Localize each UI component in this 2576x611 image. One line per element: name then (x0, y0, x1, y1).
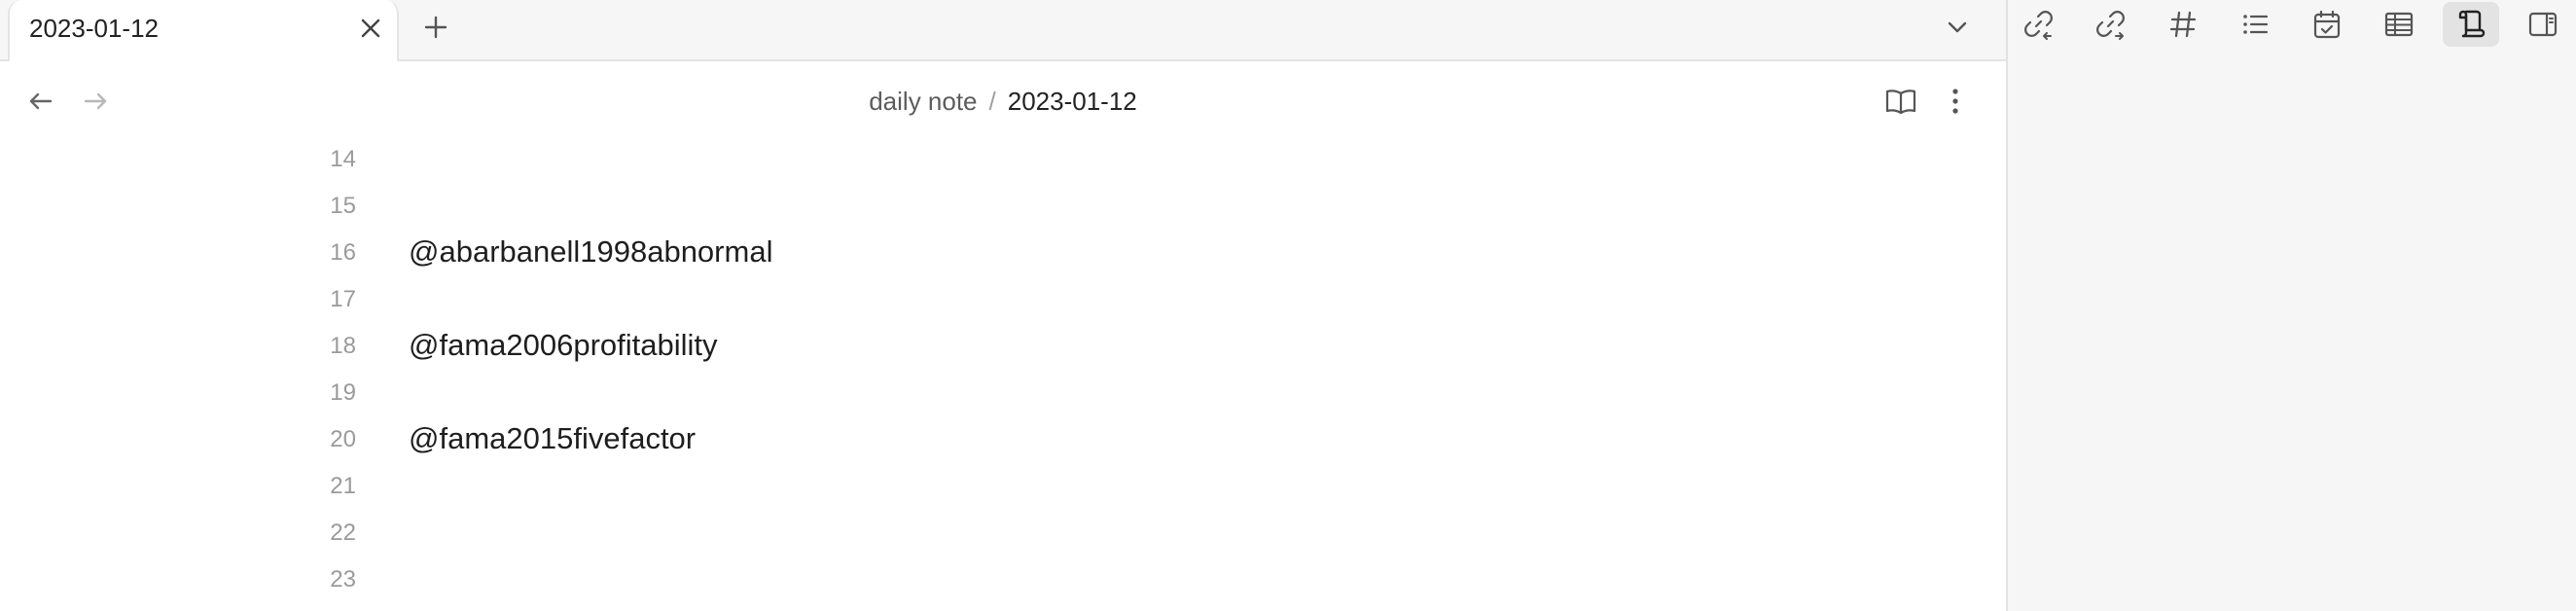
tab-active[interactable]: 2023-01-12 (8, 0, 399, 61)
editor-line[interactable]: 16 @abarbanell1998abnormal (0, 230, 2006, 276)
backlinks-icon (2024, 11, 2053, 40)
editor-line[interactable]: 18 @fama2006profitability (0, 323, 2006, 370)
table-icon (2384, 12, 2414, 37)
editor-line[interactable]: 14 (0, 136, 2006, 183)
editor-line[interactable]: 22 (0, 510, 2006, 557)
editor-line[interactable]: 20 @fama2015fivefactor (0, 416, 2006, 463)
toggle-sidebar-button[interactable] (2515, 2, 2571, 47)
line-number: 14 (330, 146, 356, 172)
close-icon[interactable] (356, 14, 385, 43)
book-open-icon[interactable] (1881, 82, 1920, 121)
line-number: 19 (330, 379, 356, 406)
right-sidebar-toolbar (2008, 0, 2576, 49)
line-text[interactable]: @fama2015fivefactor (409, 421, 696, 456)
tags-button[interactable] (2155, 2, 2211, 47)
editor[interactable]: 14 15 16 @abarbanell1998abnormal 17 18 @… (0, 136, 2006, 611)
tab-bar: 2023-01-12 (0, 0, 2006, 61)
calendar-icon (2313, 10, 2341, 39)
outline-button[interactable] (2443, 2, 2499, 47)
line-number: 23 (330, 566, 356, 593)
editor-line[interactable]: 21 (0, 463, 2006, 510)
plus-icon[interactable] (418, 10, 453, 45)
list-button[interactable] (2227, 2, 2283, 47)
calendar-button[interactable] (2299, 2, 2355, 47)
editor-line[interactable]: 17 (0, 276, 2006, 323)
right-sidebar (2008, 0, 2576, 611)
outline-icon (2458, 10, 2486, 38)
line-number: 22 (330, 520, 356, 546)
editor-line[interactable]: 19 (0, 370, 2006, 416)
sidebar-toggle-icon (2528, 12, 2558, 37)
line-text[interactable]: @abarbanell1998abnormal (409, 234, 772, 270)
backlinks-button[interactable] (2011, 2, 2067, 47)
line-text[interactable]: @fama2006profitability (409, 328, 718, 363)
line-number: 20 (330, 426, 356, 452)
breadcrumb-separator: / (988, 87, 996, 116)
more-vertical-icon[interactable] (1936, 82, 1975, 121)
list-icon (2243, 15, 2269, 34)
line-number: 17 (330, 286, 356, 312)
editor-line[interactable]: 23 (0, 557, 2006, 603)
outgoing-links-button[interactable] (2083, 2, 2139, 47)
line-number: 21 (330, 473, 356, 499)
table-button[interactable] (2371, 2, 2427, 47)
line-number: 18 (330, 333, 356, 359)
outgoing-links-icon (2096, 11, 2125, 40)
line-number: 16 (330, 239, 356, 266)
chevron-down-icon[interactable] (1940, 10, 1975, 45)
breadcrumb-folder[interactable]: daily note (869, 87, 977, 116)
editor-line[interactable]: 15 (0, 183, 2006, 230)
tab-title: 2023-01-12 (29, 14, 159, 43)
breadcrumb: daily note / 2023-01-12 (0, 82, 2006, 121)
breadcrumb-note-title[interactable]: 2023-01-12 (1008, 87, 1137, 116)
tags-icon (2169, 11, 2197, 38)
line-number: 15 (330, 193, 356, 219)
